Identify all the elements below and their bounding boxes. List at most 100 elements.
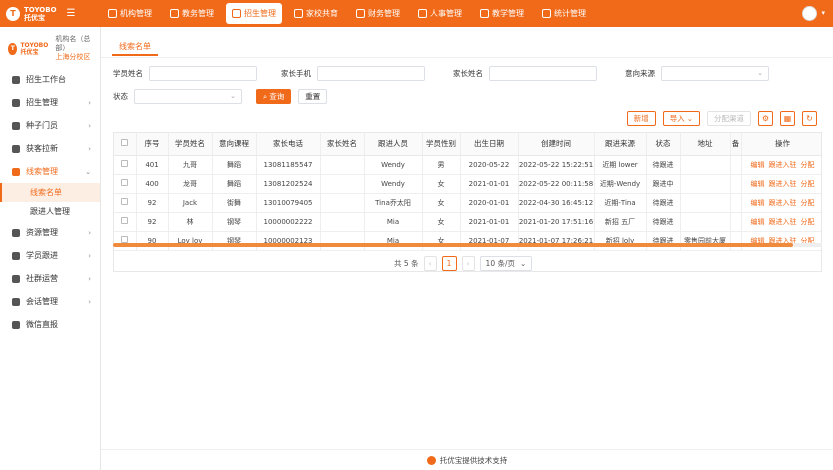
top-nav: 机构管理 教务管理 招生管理 家校共育 财务管理 人事管理 教学管理 统计管理 (102, 3, 592, 24)
settings-icon[interactable]: ⚙ (758, 111, 773, 126)
status-label: 状态 (113, 92, 128, 101)
total-count: 共 5 条 (394, 259, 419, 268)
column-header: 家长姓名 (320, 133, 365, 156)
avatar[interactable] (802, 6, 817, 21)
menu-icon (12, 144, 20, 153)
row-checkbox[interactable] (121, 160, 129, 167)
grid-icon[interactable]: ▦ (780, 111, 795, 126)
row-action-link[interactable]: 分配 (801, 161, 815, 169)
table-cell (680, 155, 731, 175)
row-action-link[interactable]: 分配 (801, 180, 815, 188)
top-nav-item[interactable]: 统计管理 (536, 3, 592, 24)
row-checkbox[interactable] (121, 198, 129, 205)
reset-button[interactable]: 重置 (298, 89, 328, 104)
add-button[interactable]: 新增 (626, 111, 656, 126)
operation-cell: 编辑 跟进入驻 分配 (741, 231, 821, 251)
sidebar-subitem[interactable]: 跟进人管理 (0, 202, 100, 221)
nav-icon (480, 9, 489, 18)
footer: 托优宝提供技术支持 (101, 449, 833, 470)
table-cell: 女 (422, 193, 461, 213)
row-checkbox[interactable] (121, 236, 129, 243)
student-name-input[interactable] (149, 66, 257, 81)
column-header: 学员性别 (422, 133, 461, 156)
top-nav-item[interactable]: 财务管理 (350, 3, 406, 24)
top-nav-item[interactable]: 机构管理 (102, 3, 158, 24)
row-action-link[interactable]: 编辑 (751, 199, 765, 207)
row-action-link[interactable]: 编辑 (751, 180, 765, 188)
parent-name-input[interactable] (489, 66, 597, 81)
search-button[interactable]: ⌕ 查询 (256, 89, 292, 104)
sidebar-item[interactable]: 社群运营 › (0, 267, 100, 290)
menu-icon (12, 297, 20, 306)
menu-toggle-icon[interactable]: ☰ (67, 8, 76, 19)
table-cell (320, 155, 365, 175)
row-action-link[interactable]: 编辑 (751, 218, 765, 226)
row-checkbox[interactable] (121, 217, 129, 224)
assign-channel-button[interactable]: 分配渠道 (707, 111, 751, 126)
top-nav-item[interactable]: 招生管理 (226, 3, 282, 24)
import-button[interactable]: 导入 ⌄ (662, 111, 700, 126)
clue-table: 序号 学员姓名 意向课程 家长电话 家长姓名 跟进人员 学员性别 出生日期 创建时间 跟进来源 状态… (113, 132, 822, 272)
top-nav-item[interactable]: 教学管理 (474, 3, 530, 24)
sidebar-item[interactable]: 会话管理 › (0, 290, 100, 313)
table-cell: 2021-01-07 17:26:21 (518, 231, 595, 251)
row-action-link[interactable]: 跟进入驻 (769, 199, 797, 207)
sidebar-item[interactable]: 招生工作台 (0, 68, 100, 91)
table-cell: Mia (364, 212, 423, 232)
page-number[interactable]: 1 (441, 256, 457, 271)
table-row: 400 龙哥 舞蹈 13081202524 Wendy 女 2021-01-01 2022-0… (114, 174, 821, 194)
top-nav-item[interactable]: 教务管理 (164, 3, 220, 24)
parent-phone-input[interactable] (317, 66, 425, 81)
select-all-checkbox[interactable] (121, 139, 129, 147)
row-action-link[interactable]: 分配 (801, 199, 815, 207)
menu-icon (12, 228, 20, 237)
sidebar-item[interactable]: 线索管理 ⌄ (0, 160, 100, 183)
sidebar-item[interactable]: 招生管理 › (0, 91, 100, 114)
sidebar-item[interactable]: 获客拉新 › (0, 137, 100, 160)
menu-icon (12, 167, 20, 176)
column-header: 操作 (741, 133, 821, 156)
campus-name[interactable]: 上海分校区 (55, 53, 94, 62)
sidebar-subitem[interactable]: 线索名单 (0, 183, 100, 202)
table-cell: 2021-01-07 (460, 231, 519, 251)
table-cell: 新招 loly (594, 231, 647, 251)
table-cell: 2022-04-30 16:45:12 (518, 193, 595, 213)
footer-logo-icon (426, 455, 436, 465)
chevron-down-icon[interactable]: ▾ (821, 9, 825, 17)
row-action-link[interactable]: 跟进入驻 (769, 161, 797, 169)
sidebar-item[interactable]: 微信直报 (0, 313, 100, 336)
top-nav-item[interactable]: 人事管理 (412, 3, 468, 24)
row-action-link[interactable]: 跟进入驻 (769, 180, 797, 188)
sidebar-item[interactable]: 学员跟进 › (0, 244, 100, 267)
prev-page-icon[interactable]: ‹ (423, 256, 437, 271)
table-cell: 10000002123 (256, 231, 321, 251)
row-action-link[interactable]: 跟进入驻 (769, 218, 797, 226)
table-cell: 13081185547 (256, 155, 321, 175)
source-select[interactable]: ⌄ (661, 66, 769, 81)
page-size-select[interactable]: 10 条/页 ⌄ (479, 256, 533, 271)
row-action-link[interactable]: 编辑 (751, 161, 765, 169)
sidebar-item[interactable]: 资源管理 › (0, 221, 100, 244)
row-checkbox[interactable] (121, 179, 129, 186)
row-action-link[interactable]: 分配 (801, 218, 815, 226)
table-cell: Wendy (364, 155, 423, 175)
next-page-icon[interactable]: › (461, 256, 475, 271)
table-row: 92 林钢琴 10000002222 Mia 女 2021-01-01 2021-01-20… (114, 212, 821, 232)
status-select[interactable]: ⌄ (134, 89, 242, 104)
column-header: 备 (730, 133, 742, 156)
menu-icon (12, 98, 20, 107)
student-name-label: 学员姓名 (113, 69, 143, 78)
chevron-icon: ⌄ (85, 167, 91, 176)
chevron-icon: › (88, 274, 91, 283)
tab-clue-list[interactable]: 线索名单 (112, 38, 158, 56)
top-nav-item[interactable]: 家校共育 (288, 3, 344, 24)
horizontal-scrollbar[interactable] (113, 243, 822, 247)
sidebar-item[interactable]: 种子门员 › (0, 114, 100, 137)
table-cell: 九哥 (168, 155, 213, 175)
table-cell: 13010079405 (256, 193, 321, 213)
refresh-icon[interactable]: ↻ (802, 111, 817, 126)
column-header[interactable] (114, 133, 137, 156)
table-cell (680, 174, 731, 194)
footer-text: 托优宝提供技术支持 (439, 455, 508, 465)
operation-cell: 编辑 跟进入驻 分配 (741, 193, 821, 213)
